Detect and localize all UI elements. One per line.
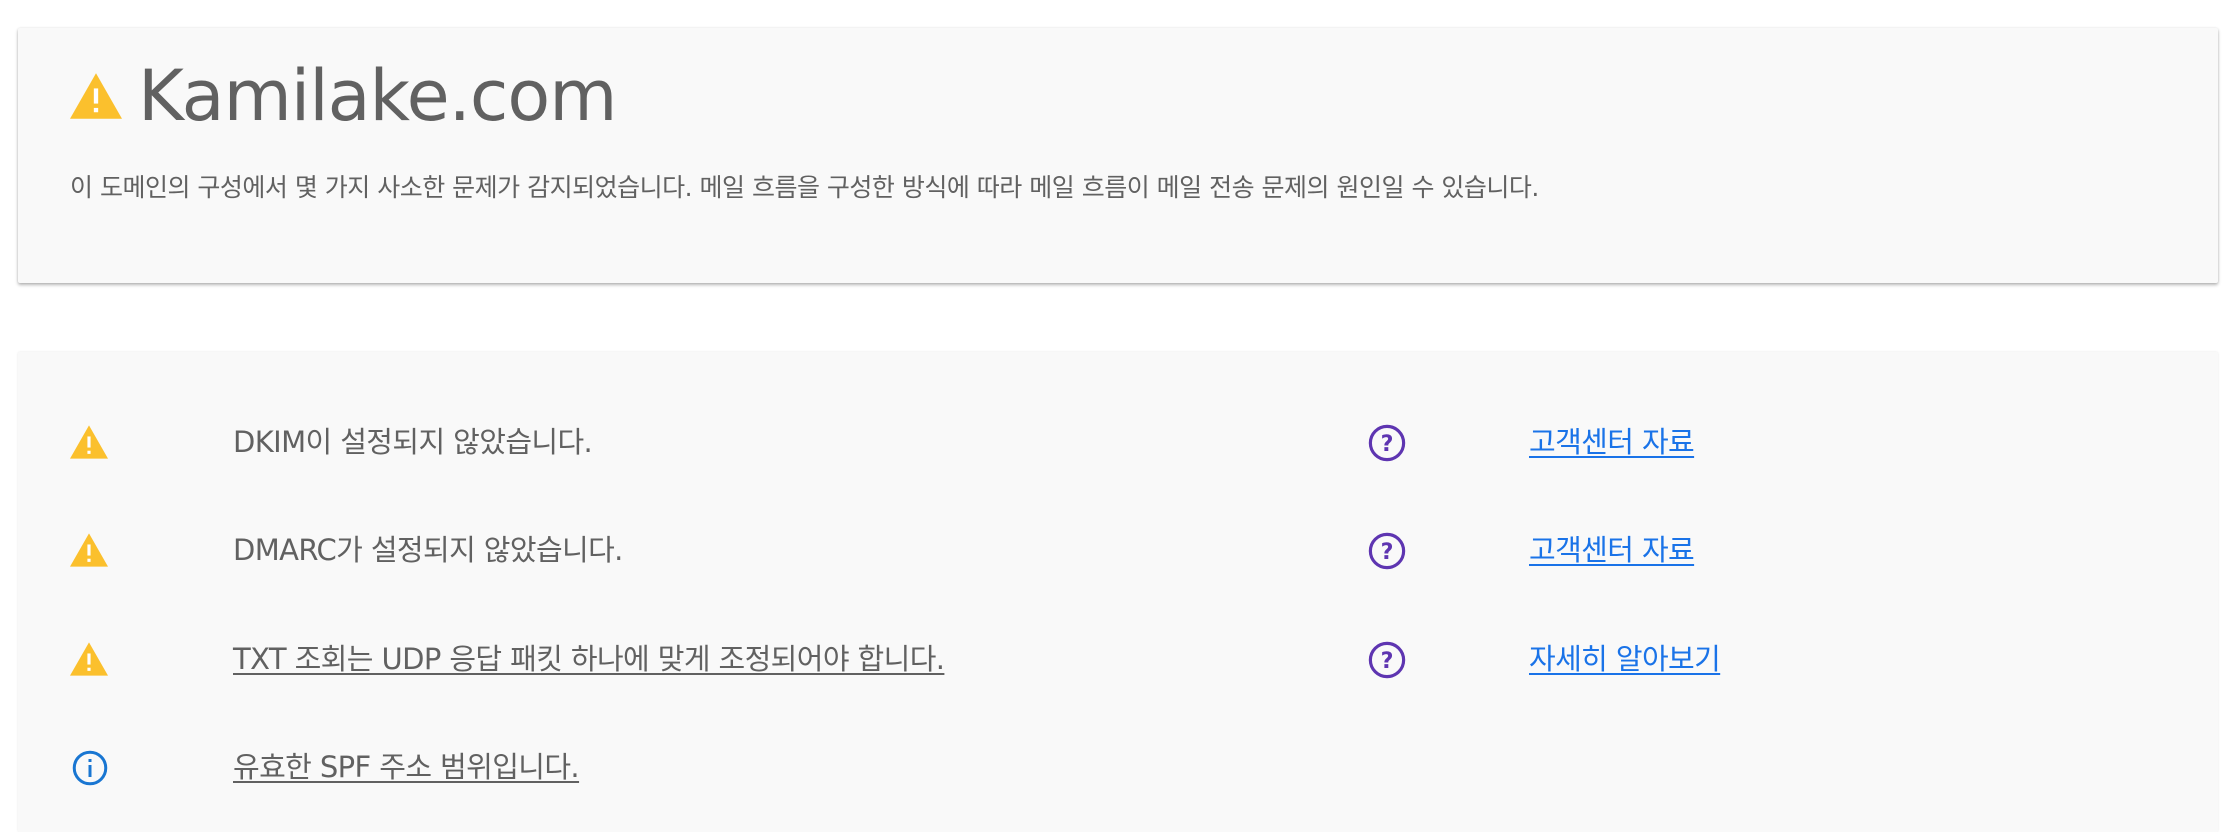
help-circle-icon[interactable]: ? — [1368, 532, 1406, 570]
svg-text:?: ? — [1381, 648, 1394, 674]
result-text: DKIM이 설정되지 않았습니다. — [233, 425, 593, 459]
svg-text:?: ? — [1381, 431, 1394, 457]
warning-icon — [70, 73, 122, 119]
domain-summary-text: 이 도메인의 구성에서 몇 가지 사소한 문제가 감지되었습니다. 메일 흐름을… — [70, 173, 1539, 202]
warning-icon — [70, 425, 108, 459]
result-row-dkim: DKIM이 설정되지 않았습니다. ? 고객센터 자료 — [0, 413, 2200, 473]
result-row-txt: TXT 조회는 UDP 응답 패킷 하나에 맞게 조정되어야 합니다. ? 자세… — [0, 630, 2200, 690]
domain-heading: Kamilake.com — [70, 46, 617, 146]
help-center-link[interactable]: 고객센터 자료 — [1529, 425, 1695, 460]
result-text-link[interactable]: TXT 조회는 UDP 응답 패킷 하나에 맞게 조정되어야 합니다. — [233, 642, 945, 677]
svg-text:?: ? — [1381, 539, 1394, 565]
help-center-link[interactable]: 고객센터 자료 — [1529, 533, 1695, 568]
warning-icon — [70, 642, 108, 676]
domain-title: Kamilake.com — [138, 55, 617, 137]
learn-more-link[interactable]: 자세히 알아보기 — [1529, 642, 1721, 677]
help-circle-icon[interactable]: ? — [1368, 641, 1406, 679]
result-text-link[interactable]: 유효한 SPF 주소 범위입니다. — [233, 750, 580, 785]
help-circle-icon[interactable]: ? — [1368, 424, 1406, 462]
info-circle-icon — [72, 750, 108, 786]
warning-icon — [70, 533, 108, 567]
result-row-spf: 유효한 SPF 주소 범위입니다. — [0, 738, 2200, 798]
result-text: DMARC가 설정되지 않았습니다. — [233, 533, 623, 567]
result-row-dmarc: DMARC가 설정되지 않았습니다. ? 고객센터 자료 — [0, 521, 2200, 581]
